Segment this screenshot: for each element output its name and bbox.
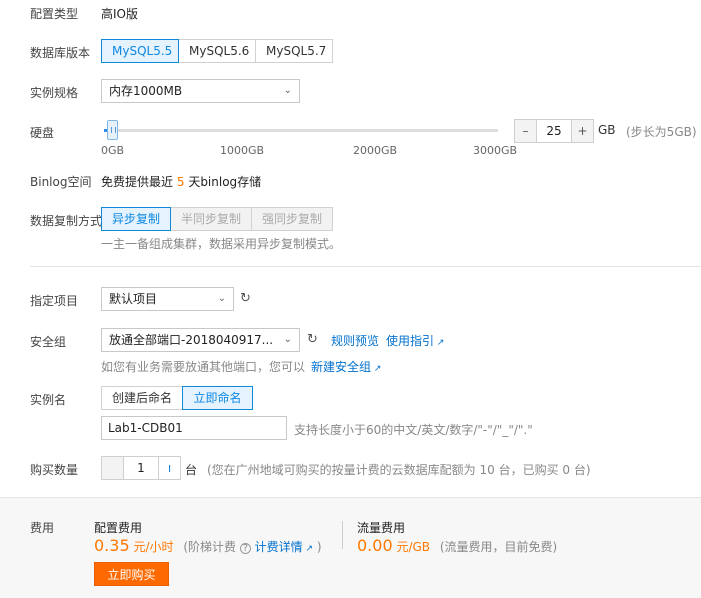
config-fee-line: 0.35 元/小时 (阶梯计费 ? 计费详情 ↗ ) (94, 536, 322, 555)
replication-label: 数据复制方式 (30, 214, 103, 228)
quantity-decrement-button[interactable] (101, 456, 124, 480)
usage-guide-link[interactable]: 使用指引 ↗ (386, 332, 444, 349)
quantity-label: 购买数量 (30, 463, 79, 477)
quantity-unit: 台 (185, 463, 198, 477)
db-version-selector: MySQL5.5 MySQL5.6 MySQL5.7 (101, 39, 333, 63)
disk-label: 硬盘 (30, 126, 55, 140)
security-group-label: 安全组 (30, 335, 67, 349)
external-link-icon: ↗ (434, 338, 445, 348)
project-value: 默认项目 (109, 292, 158, 306)
name-now-option[interactable]: 立即命名 (182, 386, 253, 410)
replication-desc: 一主一备组成集群，数据采用异步复制模式。 (101, 237, 342, 251)
fee-label: 费用 (30, 521, 55, 535)
fee-divider (342, 521, 343, 549)
disk-step-hint: (步长为5GB) (626, 125, 697, 139)
security-group-value: 放通全部端口-2018040917... (109, 333, 274, 347)
quantity-hint: (您在广州地域可购买的按量计费的云数据库配额为 10 台，已购买 0 台) (207, 463, 591, 477)
traffic-fee-line: 0.00 元/GB (流量费用，目前免费) (357, 536, 557, 555)
project-select[interactable]: 默认项目 ⌄ (101, 287, 234, 311)
db-version-option-5-5[interactable]: MySQL5.5 (101, 39, 179, 63)
quantity-stepper: 1 ı (101, 456, 181, 480)
instance-name-mode-selector: 创建后命名 立即命名 (101, 386, 253, 410)
create-security-group-link[interactable]: 新建安全组 ↗ (311, 358, 381, 375)
disk-size-input[interactable]: 25 (537, 119, 571, 143)
replication-option-strong-sync[interactable]: 强同步复制 (251, 207, 333, 231)
rules-preview-link[interactable]: 规则预览 (331, 332, 379, 349)
name-after-create-option[interactable]: 创建后命名 (101, 386, 183, 410)
buy-now-button[interactable]: 立即购买 (94, 562, 169, 586)
instance-name-label: 实例名 (30, 393, 67, 407)
traffic-fee-amount: 0.00 (357, 536, 393, 555)
instance-spec-select[interactable]: 内存1000MB ⌄ (101, 79, 300, 103)
question-icon[interactable]: ? (239, 543, 251, 554)
external-link-icon: ↗ (302, 544, 314, 554)
quantity-input[interactable]: 1 (124, 456, 158, 480)
disk-unit: GB (598, 123, 616, 137)
traffic-fee-unit: 元/GB (396, 540, 431, 554)
quantity-increment-button[interactable]: ı (158, 456, 181, 480)
external-link-icon: ↗ (371, 364, 382, 374)
instance-spec-label: 实例规格 (30, 86, 79, 100)
config-fee-note: (阶梯计费 (183, 540, 237, 554)
chevron-down-icon: ⌄ (283, 334, 292, 345)
chevron-down-icon: ⌄ (217, 293, 226, 304)
config-fee-amount: 0.35 (94, 536, 130, 555)
section-divider (30, 266, 701, 267)
config-fee-close: ) (316, 540, 322, 554)
binlog-prefix: 免费提供最近 (101, 175, 174, 189)
config-fee-unit: 元/小时 (133, 540, 174, 554)
binlog-label: Binlog空间 (30, 175, 92, 189)
config-type-value: 高IO版 (101, 7, 138, 21)
disk-stepper: – 25 + (514, 119, 594, 143)
disk-tick-1000: 1000GB (220, 144, 265, 157)
disk-tick-0: 0GB (101, 144, 125, 157)
project-label: 指定项目 (30, 294, 79, 308)
traffic-fee-note: (流量费用，目前免费) (439, 540, 558, 554)
project-refresh-icon[interactable]: ↻ (240, 291, 251, 306)
security-group-select[interactable]: 放通全部端口-2018040917... ⌄ (101, 328, 300, 352)
instance-name-input[interactable]: Lab1-CDB01 (101, 416, 287, 440)
security-group-refresh-icon[interactable]: ↻ (307, 332, 318, 347)
chevron-down-icon: ⌄ (283, 85, 292, 96)
binlog-days: 5 (176, 175, 185, 189)
replication-selector: 异步复制 半同步复制 强同步复制 (101, 207, 333, 231)
disk-slider-track[interactable] (104, 120, 498, 140)
db-version-option-5-7[interactable]: MySQL5.7 (255, 39, 333, 63)
disk-tick-2000: 2000GB (353, 144, 398, 157)
replication-option-semi-sync[interactable]: 半同步复制 (170, 207, 252, 231)
disk-decrement-button[interactable]: – (514, 119, 537, 143)
config-type-label: 配置类型 (30, 7, 79, 21)
traffic-fee-title: 流量费用 (357, 521, 406, 535)
instance-spec-value: 内存1000MB (109, 84, 183, 98)
db-version-label: 数据库版本 (30, 46, 91, 60)
instance-name-hint: 支持长度小于60的中文/英文/数字/"-"/"_"/"." (294, 423, 533, 437)
disk-tick-3000: 3000GB (473, 144, 518, 157)
replication-option-async[interactable]: 异步复制 (101, 207, 171, 231)
config-fee-title: 配置费用 (94, 521, 143, 535)
binlog-desc: 免费提供最近 5 天binlog存储 (101, 173, 261, 190)
binlog-suffix: 天binlog存储 (188, 175, 262, 189)
disk-increment-button[interactable]: + (571, 119, 594, 143)
fee-detail-link[interactable]: 计费详情 (255, 540, 303, 554)
security-group-hint: 如您有业务需要放通其他端口，您可以 (101, 360, 306, 374)
disk-slider-handle[interactable] (107, 120, 119, 140)
db-version-option-5-6[interactable]: MySQL5.6 (178, 39, 256, 63)
